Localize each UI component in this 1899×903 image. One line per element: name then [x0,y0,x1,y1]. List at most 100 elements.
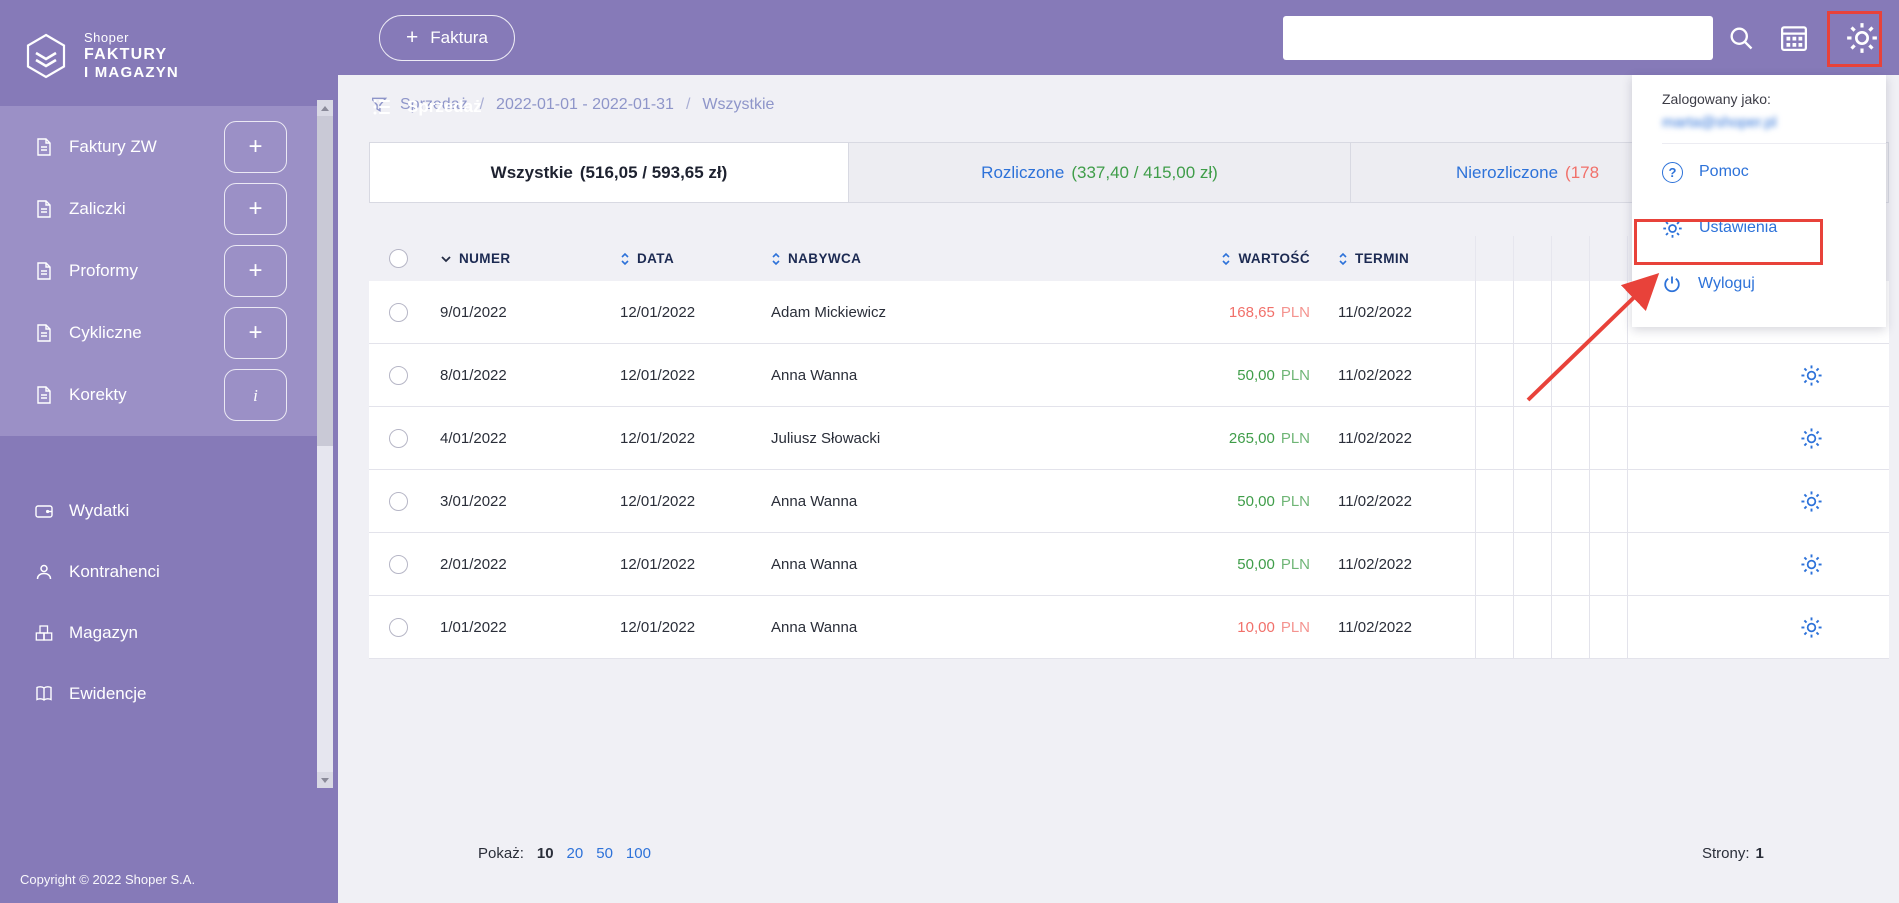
pagination: Pokaż: 10 20 50 100 [478,845,651,862]
tab-label: Wszystkie [491,163,573,183]
cell-data: 12/01/2022 [611,470,771,532]
cell-numer: 1/01/2022 [431,596,611,658]
sidebar-item-magazyn[interactable]: Magazyn [0,602,338,663]
sidebar-item-zaliczki[interactable]: Zaliczki + [0,178,317,240]
cell-data: 12/01/2022 [611,281,771,343]
copyright-text: Copyright © 2022 Shoper S.A. [20,872,195,887]
table-row[interactable]: 4/01/2022 12/01/2022 Juliusz Słowacki 26… [369,407,1889,470]
cell-nabywca: Adam Mickiewicz [771,281,1156,343]
add-cykliczna-button[interactable]: + [224,307,287,359]
page-size-10[interactable]: 10 [537,845,554,862]
sidebar-item-ewidencje[interactable]: Ewidencje [0,663,338,724]
scroll-down-arrow[interactable] [317,772,333,788]
tab-amounts: (178 [1565,163,1599,183]
cell-nabywca: Anna Wanna [771,596,1156,658]
brand-name: Shoper [84,31,179,46]
proforma-icon [34,261,54,281]
show-label: Pokaż: [478,845,524,862]
user-dropdown-menu: Zalogowany jako: marta@shoper.pl ? Pomoc… [1632,75,1886,327]
sidebar-item-cykliczne[interactable]: Cykliczne + [0,302,317,364]
add-faktura-zw-button[interactable]: + [224,121,287,173]
sidebar-item-faktury-zw[interactable]: Faktury ZW + [0,116,317,178]
cell-data: 12/01/2022 [611,533,771,595]
app-window: Shoper FAKTURY I MAGAZYN Sprzedaż Faktur [0,0,1899,903]
sidebar-item-label: Wydatki [69,501,129,521]
row-checkbox[interactable] [389,303,408,322]
page-size-20[interactable]: 20 [567,845,584,862]
breadcrumb-status[interactable]: Wszystkie [702,96,774,114]
brand-line1: FAKTURY [84,46,179,64]
scrollbar-thumb[interactable] [317,116,333,446]
table-row[interactable]: 1/01/2022 12/01/2022 Anna Wanna 10,00PLN… [369,596,1889,659]
menu-item-label: Ustawienia [1699,219,1777,237]
korekty-info-button[interactable]: i [224,369,287,421]
cell-wartosc: 50,00 [1237,367,1275,384]
add-proforma-button[interactable]: + [224,245,287,297]
cell-currency: PLN [1281,367,1310,384]
advance-invoice-icon [34,199,54,219]
table-row[interactable]: 8/01/2022 12/01/2022 Anna Wanna 50,00PLN… [369,344,1889,407]
sidebar-item-label: Kontrahenci [69,562,160,582]
cell-nabywca: Juliusz Słowacki [771,407,1156,469]
row-settings-gear-icon[interactable] [1800,427,1823,450]
search-input[interactable] [1283,16,1713,60]
row-checkbox[interactable] [389,429,408,448]
cell-currency: PLN [1281,556,1310,573]
cell-termin: 11/02/2022 [1310,344,1475,406]
menu-item-ustawienia[interactable]: Ustawienia [1632,200,1886,256]
sidebar-item-label: Ewidencje [69,684,147,704]
app-title: Shoper FAKTURY I MAGAZYN [84,31,179,82]
sidebar-item-sprzedaz[interactable]: Sprzedaż [338,83,372,131]
row-settings-gear-icon[interactable] [1800,364,1823,387]
row-settings-gear-icon[interactable] [1800,553,1823,576]
calendar-icon[interactable] [1779,23,1809,53]
table-row[interactable]: 2/01/2022 12/01/2022 Anna Wanna 50,00PLN… [369,533,1889,596]
row-checkbox[interactable] [389,618,408,637]
cell-wartosc: 10,00 [1237,619,1275,636]
sidebar-lower-nav: Wydatki Kontrahenci Magazyn Ewidencje [0,480,338,724]
cell-numer: 4/01/2022 [431,407,611,469]
row-settings-gear-icon[interactable] [1800,616,1823,639]
menu-item-wyloguj[interactable]: Wyloguj [1632,256,1886,312]
scroll-up-arrow[interactable] [317,100,333,116]
cell-wartosc: 168,65 [1229,304,1275,321]
sort-icon[interactable] [1338,251,1348,267]
row-checkbox[interactable] [389,366,408,385]
column-header-numer[interactable]: NUMER [459,251,511,266]
breadcrumb-date-range[interactable]: 2022-01-01 - 2022-01-31 [496,96,674,114]
sort-icon[interactable] [771,251,781,267]
column-header-data[interactable]: DATA [637,251,674,266]
sort-desc-icon[interactable] [440,255,452,263]
page-size-50[interactable]: 50 [596,845,613,862]
settings-gear-icon[interactable] [1845,21,1879,55]
add-zaliczka-button[interactable]: + [224,183,287,235]
cell-nabywca: Anna Wanna [771,344,1156,406]
sidebar-item-proformy[interactable]: Proformy + [0,240,317,302]
sort-icon[interactable] [620,251,630,267]
sidebar-item-kontrahenci[interactable]: Kontrahenci [0,541,338,602]
sort-icon[interactable] [1221,251,1231,267]
row-settings-gear-icon[interactable] [1800,490,1823,513]
app-logo[interactable]: Shoper FAKTURY I MAGAZYN [0,0,338,92]
cell-currency: PLN [1281,493,1310,510]
column-header-wartosc[interactable]: WARTOŚĆ [1238,251,1310,266]
page-size-100[interactable]: 100 [626,845,651,862]
new-invoice-button[interactable]: + Faktura [379,15,515,61]
sidebar-item-korekty[interactable]: Korekty i [0,364,317,426]
menu-item-label: Wyloguj [1698,275,1755,293]
shoper-hexagon-icon [22,32,70,80]
row-checkbox[interactable] [389,492,408,511]
tab-rozliczone[interactable]: Rozliczone (337,40 / 415,00 zł) [849,142,1351,203]
table-row[interactable]: 3/01/2022 12/01/2022 Anna Wanna 50,00PLN… [369,470,1889,533]
tab-amounts: (337,40 / 415,00 zł) [1071,163,1217,183]
column-header-termin[interactable]: TERMIN [1355,251,1409,266]
select-all-checkbox[interactable] [389,249,408,268]
menu-item-pomoc[interactable]: ? Pomoc [1632,144,1886,200]
tab-wszystkie[interactable]: Wszystkie (516,05 / 593,65 zł) [369,142,849,203]
sidebar-item-wydatki[interactable]: Wydatki [0,480,338,541]
menu-item-label: Pomoc [1699,163,1749,181]
sidebar-scrollbar[interactable] [317,100,333,788]
search-icon[interactable] [1727,24,1755,52]
column-header-nabywca[interactable]: NABYWCA [788,251,861,266]
row-checkbox[interactable] [389,555,408,574]
